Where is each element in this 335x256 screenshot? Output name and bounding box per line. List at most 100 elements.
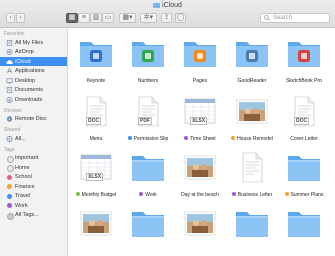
sidebar-item[interactable]: All Tags... [0,211,67,220]
sidebar-item[interactable]: Remote Disc [0,115,67,124]
file-name: Summer Plans [276,192,332,198]
app-folder-icon [286,38,322,69]
app-folder-icon [182,38,218,69]
file-item[interactable]: Work [124,148,172,204]
coverflow-view-button[interactable]: ▭ [102,13,114,23]
photo-thumbnail-icon [78,208,114,239]
sidebar-item-label: AirDrop [15,49,34,55]
sidebar-item[interactable]: Downloads [0,95,67,104]
file-item[interactable]: PDF Permission Slip [124,92,172,148]
sidebar-item[interactable]: All My Files [0,38,67,47]
sidebar-item[interactable]: Work [0,201,67,210]
folder-icon [153,3,161,8]
titlebar: iCloud ‹ › ▦ ≡ ▥ ▭ ▦▾ ✲▾ ⇪ ◯ Search [0,0,335,28]
sidebar-item-label: All Tags... [15,212,39,218]
file-item[interactable] [280,204,328,256]
file-item[interactable]: Pages [176,34,224,90]
sidebar-item[interactable]: Finance [0,182,67,191]
file-name: Day at the beach [172,192,228,198]
folder-icon [130,208,166,239]
sidebar-item[interactable]: All... [0,134,67,143]
sidebar-item-label: All My Files [15,39,44,46]
file-item[interactable]: Business Letter [228,148,276,204]
search-input[interactable]: Search [260,13,330,23]
arrange-button[interactable]: ▦▾ [119,13,136,23]
file-tag-icon [75,192,80,196]
file-name-text: Menu [89,136,103,142]
sidebar-item-label: Finance [15,183,35,190]
sidebar-section-label: Favorites [4,31,25,37]
column-view-button[interactable]: ▥ [90,13,102,23]
share-button[interactable]: ⇪ [161,13,172,23]
document-icon: PDF [130,96,166,127]
icon-view-button[interactable]: ▦ [66,13,78,23]
list-view-button[interactable]: ≡ [78,13,90,23]
file-name-text: Business Letter [237,192,273,198]
app-folder-icon [234,38,270,69]
file-name-text: SketchBook Pro [286,78,322,84]
network-icon [6,135,13,142]
action-button[interactable]: ✲▾ [140,13,157,23]
file-name: Menu [68,136,124,142]
file-item[interactable]: XLSX Time Sheet [176,92,224,148]
file-name: Business Letter [224,192,280,198]
sidebar-item[interactable]: Applications [0,67,67,76]
file-item[interactable] [176,204,224,256]
file-tag-icon [127,136,132,140]
file-name: Pages [172,78,228,84]
sidebar-section-label: Devices [4,107,22,114]
tag-dot-icon [7,184,12,189]
back-button[interactable]: ‹ [6,13,15,23]
tag-icon: ◯ [176,14,185,21]
photo-thumbnail-icon [182,152,218,183]
file-name: SketchBook Pro [276,78,332,84]
spreadsheet-icon: XLSX [182,96,218,127]
file-tag-icon [139,192,144,196]
sidebar-item[interactable]: AirDrop [0,48,67,57]
gear-icon: ✲▾ [143,14,154,21]
sidebar-item[interactable]: Travel [0,192,67,201]
documents-icon [6,87,13,93]
sidebar-item[interactable]: Documents [0,86,67,95]
file-item[interactable]: SketchBook Pro [280,34,328,90]
document-icon: DOC [78,96,114,127]
file-item[interactable] [72,204,120,256]
sidebar-section-label: Shared [4,127,21,133]
sidebar-item[interactable]: iCloud [0,57,67,66]
tag-dot-icon [7,155,14,163]
applications-icon [6,67,13,74]
file-item[interactable]: DOC Menu [72,92,120,148]
file-item[interactable] [228,204,276,256]
file-name-text: Monthly Budget [81,192,117,198]
grid-icon: ▦ [68,14,76,21]
file-item[interactable]: Keynote [72,34,120,90]
document-icon: DOC [286,96,322,127]
file-item[interactable]: Summer Plans [280,148,328,204]
file-name-text: Numbers [137,78,159,84]
file-name-text: Work [145,192,157,198]
desktop-icon [6,77,13,84]
sidebar-item[interactable]: Important [0,154,67,163]
file-item[interactable]: XLSX Monthly Budget [72,148,120,204]
chevron-left-icon: ‹ [9,14,12,21]
file-item[interactable]: House Remodel [228,92,276,148]
sidebar-item[interactable]: Desktop [0,76,67,85]
file-item[interactable]: DOC Cover Letter [280,92,328,148]
sidebar-item[interactable]: School [0,173,67,182]
forward-button[interactable]: › [16,13,25,23]
sidebar-item[interactable]: Home [0,163,67,172]
coverflow-icon: ▭ [104,14,112,21]
file-item[interactable]: Day at the beach [176,148,224,204]
share-icon: ⇪ [163,14,170,21]
sidebar-item-label: iCloud [15,58,31,65]
file-name: Time Sheet [172,136,228,142]
sidebar: Favorites All My Files AirDrop iCloud Applic… [0,28,68,256]
file-name: GoodReader [224,78,280,84]
file-name-text: Permission Slip [133,136,169,142]
file-item[interactable]: GoodReader [228,34,276,90]
file-item[interactable]: Numbers [124,34,172,90]
file-tag-icon [231,136,236,140]
tags-button[interactable]: ◯ [175,13,186,23]
file-item[interactable] [124,204,172,256]
file-name: Permission Slip [120,136,176,142]
